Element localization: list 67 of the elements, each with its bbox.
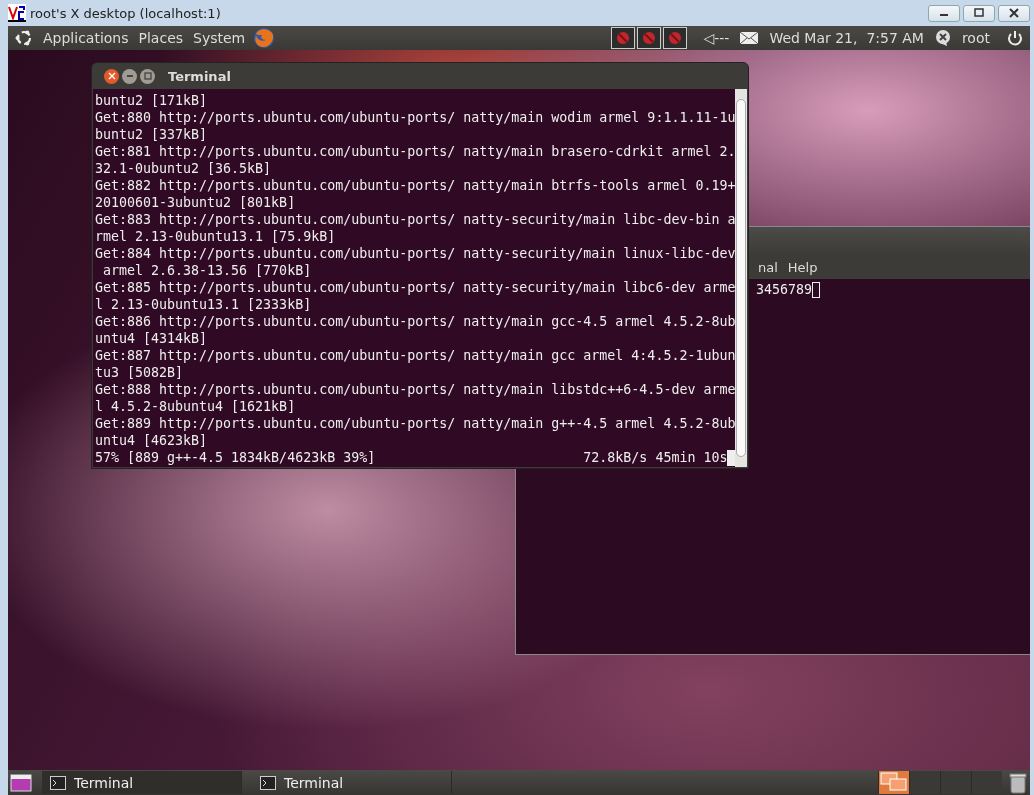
terminal-line: Get:881 http://ports.ubuntu.com/ubuntu-ports/ natty/main brasero-cdrkit armel 2. (95, 143, 736, 160)
workspace-tile[interactable] (878, 771, 909, 794)
mail-icon[interactable] (739, 31, 760, 45)
download-speed: 72.8kB/s 45min 10s (583, 449, 728, 466)
terminal-line: Get:885 http://ports.ubuntu.com/ubuntu-ports/ natty-security/main libc6-dev arme (95, 279, 736, 296)
workspace-tile[interactable] (940, 771, 971, 794)
close-button[interactable] (998, 4, 1030, 22)
text-cursor (812, 281, 821, 298)
progress-text: 57% [889 g++-4.5 1834kB/4623kB 39%] (95, 449, 376, 466)
text-cursor (727, 449, 736, 466)
trash-icon[interactable] (1008, 771, 1028, 794)
user-name[interactable]: root (955, 30, 996, 46)
panel-menu[interactable]: Places (135, 30, 187, 46)
terminal-line: Get:883 http://ports.ubuntu.com/ubuntu-ports/ natty-security/main libc-dev-bin a (95, 211, 736, 228)
prohibited-icon[interactable] (637, 27, 662, 49)
terminal-line: Get:884 http://ports.ubuntu.com/ubuntu-ports/ natty-security/main linux-libc-dev (95, 245, 736, 262)
terminal-line: 32.1-0ubuntu2 [36.5kB] (95, 160, 273, 177)
minimize-button[interactable] (928, 4, 960, 22)
menu-item[interactable]: Help (785, 259, 820, 275)
terminal-line: Get:882 http://ports.ubuntu.com/ubuntu-ports/ natty/main btrfs-tools armel 0.19+ (95, 177, 736, 194)
terminal-line: 3456789 (756, 281, 813, 298)
volume-indicator[interactable]: ◁--- (697, 30, 736, 46)
panel-menu[interactable]: System (190, 30, 249, 46)
terminal-line: rmel 2.13-0ubuntu13.1 [75.9kB] (95, 228, 337, 245)
show-desktop-icon[interactable] (10, 772, 32, 793)
terminal-line: untu4 [4623kB] (95, 432, 209, 449)
terminal-icon (260, 775, 276, 790)
minimize-icon (125, 72, 134, 80)
terminal-line: l 4.5.2-8ubuntu4 [1621kB] (95, 398, 297, 415)
terminal-line: Get:886 http://ports.ubuntu.com/ubuntu-ports/ natty/main gcc-4.5 armel 4.5.2-8ub (95, 313, 736, 330)
terminal-icon (50, 775, 66, 790)
terminal-line: 20100601-3ubuntu2 [801kB] (95, 194, 297, 211)
chat-status-icon[interactable] (933, 29, 952, 47)
firefox-icon[interactable] (252, 26, 277, 50)
window-title: Terminal (168, 68, 231, 84)
scrollbar-thumb[interactable] (736, 99, 746, 457)
window-title: root's X desktop (localhost:1) (30, 5, 221, 21)
prohibited-icon[interactable] (611, 27, 636, 49)
taskbar-button[interactable]: Terminal (42, 771, 242, 794)
maximize-button[interactable] (140, 68, 155, 84)
power-icon[interactable] (1006, 29, 1024, 47)
terminal-line: Get:888 http://ports.ubuntu.com/ubuntu-ports/ natty/main libstdc++6-4.5-dev arme (95, 381, 736, 398)
workspace-tile[interactable] (971, 771, 1002, 794)
close-button[interactable] (104, 68, 119, 84)
maximize-icon (143, 72, 152, 80)
ubuntu-logo-icon[interactable] (14, 28, 34, 48)
terminal-line: armel 2.6.38-13.56 [770kB] (102, 262, 313, 279)
clock[interactable]: Wed Mar 21, 7:57 AM (763, 30, 930, 46)
terminal-line: tu3 [5082B] (95, 364, 185, 381)
terminal-line: buntu2 [171kB] (95, 92, 209, 109)
maximize-button[interactable] (963, 4, 995, 22)
maximize-icon (973, 8, 985, 18)
vnc-logo-icon (8, 4, 26, 22)
menu-item[interactable]: nal (756, 259, 780, 275)
close-icon (1008, 8, 1020, 18)
panel-menu[interactable]: Applications (40, 30, 132, 46)
terminal-line: untu4 [4314kB] (95, 330, 209, 347)
terminal-line: Get:887 http://ports.ubuntu.com/ubuntu-ports/ natty/main gcc armel 4:4.5.2-1ubun (95, 347, 736, 364)
terminal-line: l 2.13-0ubuntu13.1 [2333kB] (95, 296, 313, 313)
taskbar-button[interactable]: Terminal (252, 771, 452, 794)
terminal-line: buntu2 [337kB] (95, 126, 209, 143)
terminal-line: Get:889 http://ports.ubuntu.com/ubuntu-ports/ natty/main g++-4.5 armel 4.5.2-8ub (95, 415, 736, 432)
prohibited-icon[interactable] (663, 27, 688, 49)
close-icon (107, 72, 116, 80)
terminal-line: Get:880 http://ports.ubuntu.com/ubuntu-ports/ natty/main wodim armel 9:1.1.11-1u (95, 109, 736, 126)
scrollbar[interactable] (735, 89, 747, 467)
workspace-tile[interactable] (909, 771, 940, 794)
